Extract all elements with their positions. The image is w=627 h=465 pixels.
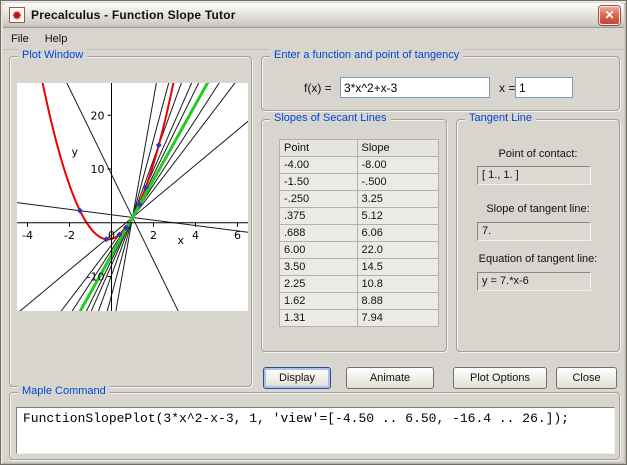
plot-window-label: Plot Window	[18, 49, 87, 61]
svg-text:20: 20	[91, 109, 105, 122]
svg-text:-2: -2	[64, 229, 75, 242]
function-input[interactable]	[340, 77, 490, 98]
table-row[interactable]: .3755.12	[280, 208, 439, 225]
table-cell: 2.25	[280, 276, 358, 293]
close-button[interactable]: Close	[556, 367, 617, 389]
table-row[interactable]: -4.00-8.00	[280, 157, 439, 174]
function-entry-row: f(x) = x =	[262, 77, 619, 99]
table-cell: 8.88	[357, 293, 439, 310]
table-cell: 5.12	[357, 208, 439, 225]
table-cell: 1.62	[280, 293, 358, 310]
col-header-point: Point	[280, 140, 358, 157]
table-cell: 22.0	[357, 242, 439, 259]
tangency-point-input[interactable]	[515, 77, 573, 98]
slope-label: Slope of tangent line:	[457, 203, 619, 215]
function-entry-label: Enter a function and point of tangency	[270, 49, 463, 61]
function-entry-group: Enter a function and point of tangency f…	[261, 56, 620, 111]
table-row[interactable]: .6886.06	[280, 225, 439, 242]
table-row[interactable]: -1.50-.500	[280, 174, 439, 191]
svg-text:0: 0	[108, 229, 115, 242]
equation-value: y = 7.*x-6	[477, 272, 591, 291]
col-header-slope: Slope	[357, 140, 439, 157]
maple-app-icon: ✹	[9, 7, 25, 23]
table-cell: 3.50	[280, 259, 358, 276]
title-bar[interactable]: ✹ Precalculus - Function Slope Tutor ✕	[3, 3, 624, 28]
svg-text:2: 2	[150, 229, 157, 242]
plot-canvas[interactable]: -4 -2 0 2 4 6 -10 10 20 x y	[17, 83, 248, 311]
table-row[interactable]: 1.317.94	[280, 310, 439, 327]
display-button[interactable]: Display	[263, 367, 331, 389]
table-cell: .375	[280, 208, 358, 225]
svg-text:6: 6	[234, 229, 241, 242]
maple-command-group: Maple Command FunctionSlopePlot(3*x^2-x-…	[9, 392, 620, 460]
fx-label: f(x) =	[304, 81, 332, 95]
table-cell: -4.00	[280, 157, 358, 174]
x-label: x =	[499, 81, 515, 95]
app-window: ✹ Precalculus - Function Slope Tutor ✕ F…	[0, 0, 627, 465]
table-cell: 6.00	[280, 242, 358, 259]
table-cell: -.500	[357, 174, 439, 191]
table-cell: .688	[280, 225, 358, 242]
plot-options-button[interactable]: Plot Options	[453, 367, 547, 389]
table-cell: -1.50	[280, 174, 358, 191]
svg-text:-10: -10	[87, 271, 105, 284]
table-cell: 7.94	[357, 310, 439, 327]
tangent-line-label: Tangent Line	[465, 112, 536, 124]
point-of-contact-value: [ 1., 1. ]	[477, 166, 591, 185]
table-cell: -.250	[280, 191, 358, 208]
menu-bar: File Help	[3, 29, 624, 50]
svg-text:10: 10	[91, 163, 105, 176]
svg-text:4: 4	[192, 229, 199, 242]
table-row[interactable]: 3.5014.5	[280, 259, 439, 276]
menu-item-help[interactable]: Help	[37, 30, 76, 48]
table-cell: 14.5	[357, 259, 439, 276]
table-header-row: Point Slope	[280, 140, 439, 157]
slope-value: 7.	[477, 222, 591, 241]
svg-text:y: y	[71, 146, 78, 159]
plot-svg: -4 -2 0 2 4 6 -10 10 20 x y	[17, 83, 248, 311]
window-title: Precalculus - Function Slope Tutor	[31, 8, 236, 22]
close-window-button[interactable]: ✕	[599, 6, 620, 25]
menu-item-file[interactable]: File	[3, 30, 37, 48]
table-cell: 10.8	[357, 276, 439, 293]
secant-table[interactable]: Point Slope -4.00-8.00-1.50-.500-.2503.2…	[279, 139, 439, 327]
table-cell: 1.31	[280, 310, 358, 327]
table-row[interactable]: 6.0022.0	[280, 242, 439, 259]
svg-text:-4: -4	[22, 229, 33, 242]
animate-button[interactable]: Animate	[346, 367, 434, 389]
secant-slopes-label: Slopes of Secant Lines	[270, 112, 391, 124]
table-cell: -8.00	[357, 157, 439, 174]
table-row[interactable]: 2.2510.8	[280, 276, 439, 293]
secant-table-body: -4.00-8.00-1.50-.500-.2503.25.3755.12.68…	[280, 157, 439, 327]
equation-label: Equation of tangent line:	[457, 253, 619, 265]
maple-command-label: Maple Command	[18, 385, 110, 397]
tangent-line-group: Tangent Line Point of contact: [ 1., 1. …	[456, 119, 620, 352]
point-of-contact-label: Point of contact:	[457, 148, 619, 160]
table-row[interactable]: 1.628.88	[280, 293, 439, 310]
plot-window-group: Plot Window -4-20246-101020xy	[9, 56, 252, 387]
table-cell: 6.06	[357, 225, 439, 242]
secant-slopes-group: Slopes of Secant Lines Point Slope -4.00…	[261, 119, 447, 352]
maple-command-text[interactable]: FunctionSlopePlot(3*x^2-x-3, 1, 'view'=[…	[16, 407, 615, 454]
table-cell: 3.25	[357, 191, 439, 208]
table-row[interactable]: -.2503.25	[280, 191, 439, 208]
svg-text:x: x	[178, 234, 185, 247]
